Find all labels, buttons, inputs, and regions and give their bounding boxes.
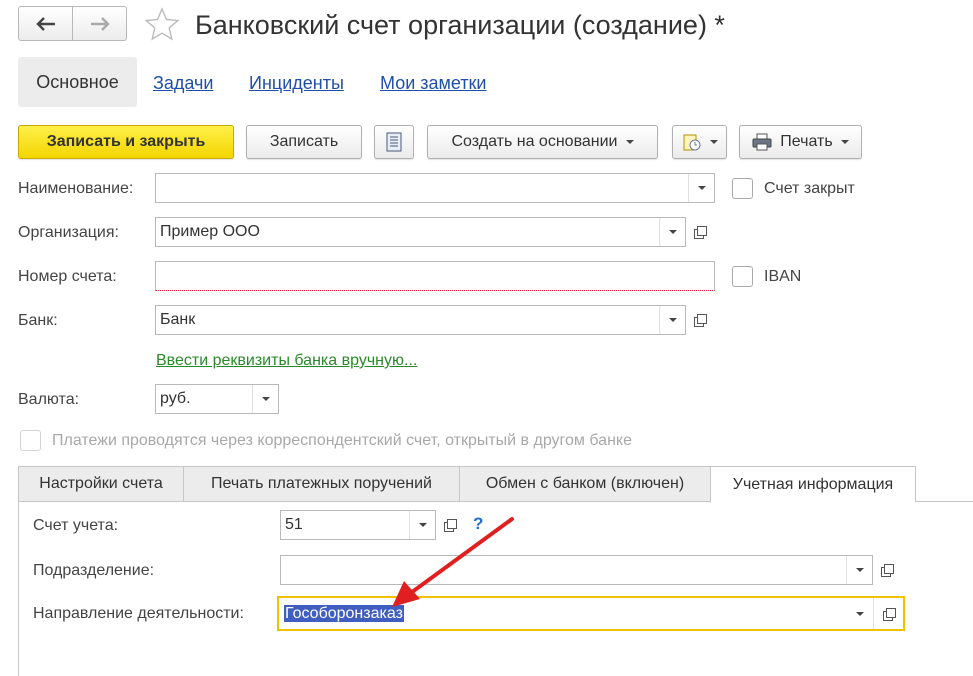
currency-field[interactable]: руб. xyxy=(155,384,279,414)
organization-field[interactable]: Пример ООО xyxy=(155,217,686,247)
document-list-button[interactable] xyxy=(374,125,414,159)
open-window-icon xyxy=(882,607,896,621)
section-main[interactable]: Основное xyxy=(18,57,137,107)
open-window-icon xyxy=(881,564,894,577)
chevron-down-icon xyxy=(855,568,864,572)
bank-dropdown-button[interactable] xyxy=(659,306,685,334)
name-dropdown-button[interactable] xyxy=(688,174,714,202)
section-incidents[interactable]: Инциденты xyxy=(249,73,344,94)
currency-value: руб. xyxy=(160,390,191,407)
division-field[interactable] xyxy=(280,555,873,585)
organization-value: Пример ООО xyxy=(160,223,260,240)
save-close-label: Записать и закрыть xyxy=(46,133,206,150)
annotation-arrow-icon xyxy=(392,517,514,607)
section-notes[interactable]: Мои заметки xyxy=(380,73,487,94)
account-closed-label: Счет закрыт xyxy=(764,180,855,197)
ledger-account-label: Счет учета: xyxy=(33,517,119,534)
account-number-input[interactable] xyxy=(155,261,715,291)
corr-account-checkbox[interactable] xyxy=(20,430,41,451)
corr-account-label: Платежи проводятся через корреспондентск… xyxy=(52,432,632,449)
activity-direction-open-button[interactable] xyxy=(873,598,903,629)
tab-account-settings[interactable]: Настройки счета xyxy=(18,466,184,502)
tab-label: Обмен с банком (включен) xyxy=(485,475,685,492)
account-closed-checkbox[interactable] xyxy=(732,178,753,199)
chevron-down-icon xyxy=(697,186,706,190)
arrow-right-icon xyxy=(90,16,110,31)
tab-panel-border xyxy=(18,501,19,676)
star-icon[interactable] xyxy=(144,7,180,41)
chevron-down-icon xyxy=(709,140,718,144)
chevron-down-icon xyxy=(856,611,864,616)
create-based-label: Создать на основании xyxy=(451,133,618,150)
arrow-left-icon xyxy=(35,16,55,31)
back-button[interactable] xyxy=(18,6,73,41)
iban-label: IBAN xyxy=(764,268,802,285)
bank-field[interactable]: Банк xyxy=(155,305,686,335)
bank-open-button[interactable] xyxy=(686,305,714,335)
save-label: Записать xyxy=(269,133,339,150)
organization-dropdown-button[interactable] xyxy=(659,218,685,246)
chevron-down-icon xyxy=(668,230,677,234)
bank-value: Банк xyxy=(160,311,196,328)
tab-accounting-info[interactable]: Учетная информация xyxy=(710,466,916,503)
chevron-down-icon xyxy=(668,318,677,322)
forward-button[interactable] xyxy=(72,6,127,41)
name-label: Наименование: xyxy=(18,180,134,197)
chevron-down-icon xyxy=(840,140,849,144)
activity-direction-label: Направление деятельности: xyxy=(33,605,244,622)
page-title: Банковский счет организации (создание) * xyxy=(195,10,725,40)
name-field[interactable] xyxy=(155,173,715,203)
organization-label: Организация: xyxy=(18,224,119,241)
currency-label: Валюта: xyxy=(18,391,80,408)
bank-manual-link[interactable]: Ввести реквизиты банка вручную... xyxy=(156,352,417,370)
print-button[interactable]: Печать xyxy=(739,125,862,159)
print-label: Печать xyxy=(780,133,833,150)
tab-print-payment-orders[interactable]: Печать платежных поручений xyxy=(183,466,460,502)
open-window-icon xyxy=(694,314,707,327)
division-label: Подразделение: xyxy=(33,562,155,579)
activity-direction-dropdown-button[interactable] xyxy=(847,598,873,629)
currency-dropdown-button[interactable] xyxy=(252,385,278,413)
tab-label: Печать платежных поручений xyxy=(211,475,432,492)
document-list-icon xyxy=(386,132,402,152)
open-window-icon xyxy=(694,226,707,239)
division-open-button[interactable] xyxy=(873,555,901,585)
activity-direction-field[interactable]: Гособоронзаказ xyxy=(277,596,905,631)
organization-open-button[interactable] xyxy=(686,217,714,247)
section-tasks[interactable]: Задачи xyxy=(153,73,213,94)
bank-label: Банк: xyxy=(18,312,58,329)
attachment-icon xyxy=(683,134,700,151)
printer-icon xyxy=(752,133,772,151)
tab-bank-exchange[interactable]: Обмен с банком (включен) xyxy=(459,466,711,502)
attach-files-button[interactable] xyxy=(672,125,727,159)
chevron-down-icon xyxy=(261,397,270,401)
tab-label: Учетная информация xyxy=(732,475,894,493)
save-close-button[interactable]: Записать и закрыть xyxy=(18,125,234,159)
create-based-button[interactable]: Создать на основании xyxy=(427,125,658,159)
tab-label: Настройки счета xyxy=(39,475,163,492)
save-button[interactable]: Записать xyxy=(246,125,362,159)
account-number-label: Номер счета: xyxy=(18,268,117,285)
chevron-down-icon xyxy=(625,140,634,144)
iban-checkbox[interactable] xyxy=(732,266,753,287)
division-dropdown-button[interactable] xyxy=(846,556,872,584)
